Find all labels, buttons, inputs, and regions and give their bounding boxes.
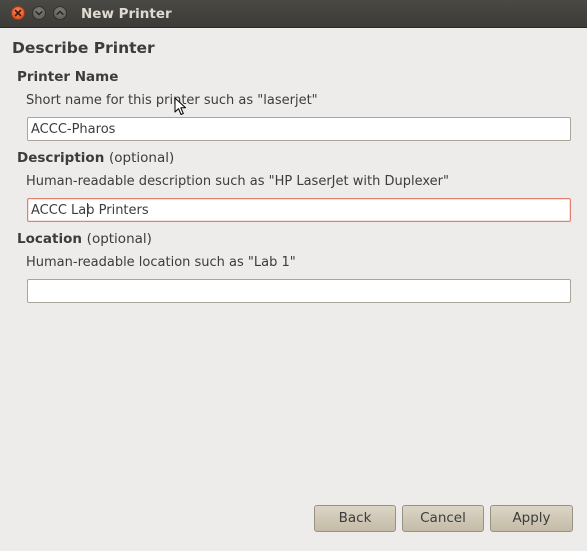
mouse-pointer-icon xyxy=(174,97,186,115)
description-hint: Human-readable description such as "HP L… xyxy=(26,174,449,189)
location-optional-text: (optional) xyxy=(86,231,152,247)
location-input[interactable] xyxy=(27,279,571,303)
printer-name-label: Printer Name xyxy=(17,69,118,86)
apply-button[interactable]: Apply xyxy=(490,505,573,532)
description-label-text: Description xyxy=(17,150,105,166)
title-bar[interactable]: New Printer xyxy=(0,0,587,28)
back-button[interactable]: Back xyxy=(314,505,396,532)
location-hint: Human-readable location such as "Lab 1" xyxy=(26,255,296,270)
description-optional-text: (optional) xyxy=(109,150,175,166)
printer-name-hint: Short name for this printer such as "las… xyxy=(26,93,318,108)
window-title: New Printer xyxy=(81,6,172,22)
page-heading: Describe Printer xyxy=(12,39,155,57)
new-printer-window: New Printer Describe Printer Printer Nam… xyxy=(0,0,587,551)
maximize-icon[interactable] xyxy=(53,6,67,20)
printer-name-input[interactable] xyxy=(27,117,571,141)
text-caret xyxy=(87,203,88,217)
minimize-icon[interactable] xyxy=(32,6,46,20)
cancel-button[interactable]: Cancel xyxy=(402,505,484,532)
location-label-text: Location xyxy=(17,231,82,247)
close-icon[interactable] xyxy=(11,6,25,20)
description-input[interactable] xyxy=(27,198,571,222)
printer-name-label-text: Printer Name xyxy=(17,69,119,85)
location-label: Location (optional) xyxy=(17,231,152,248)
description-label: Description (optional) xyxy=(17,150,174,167)
